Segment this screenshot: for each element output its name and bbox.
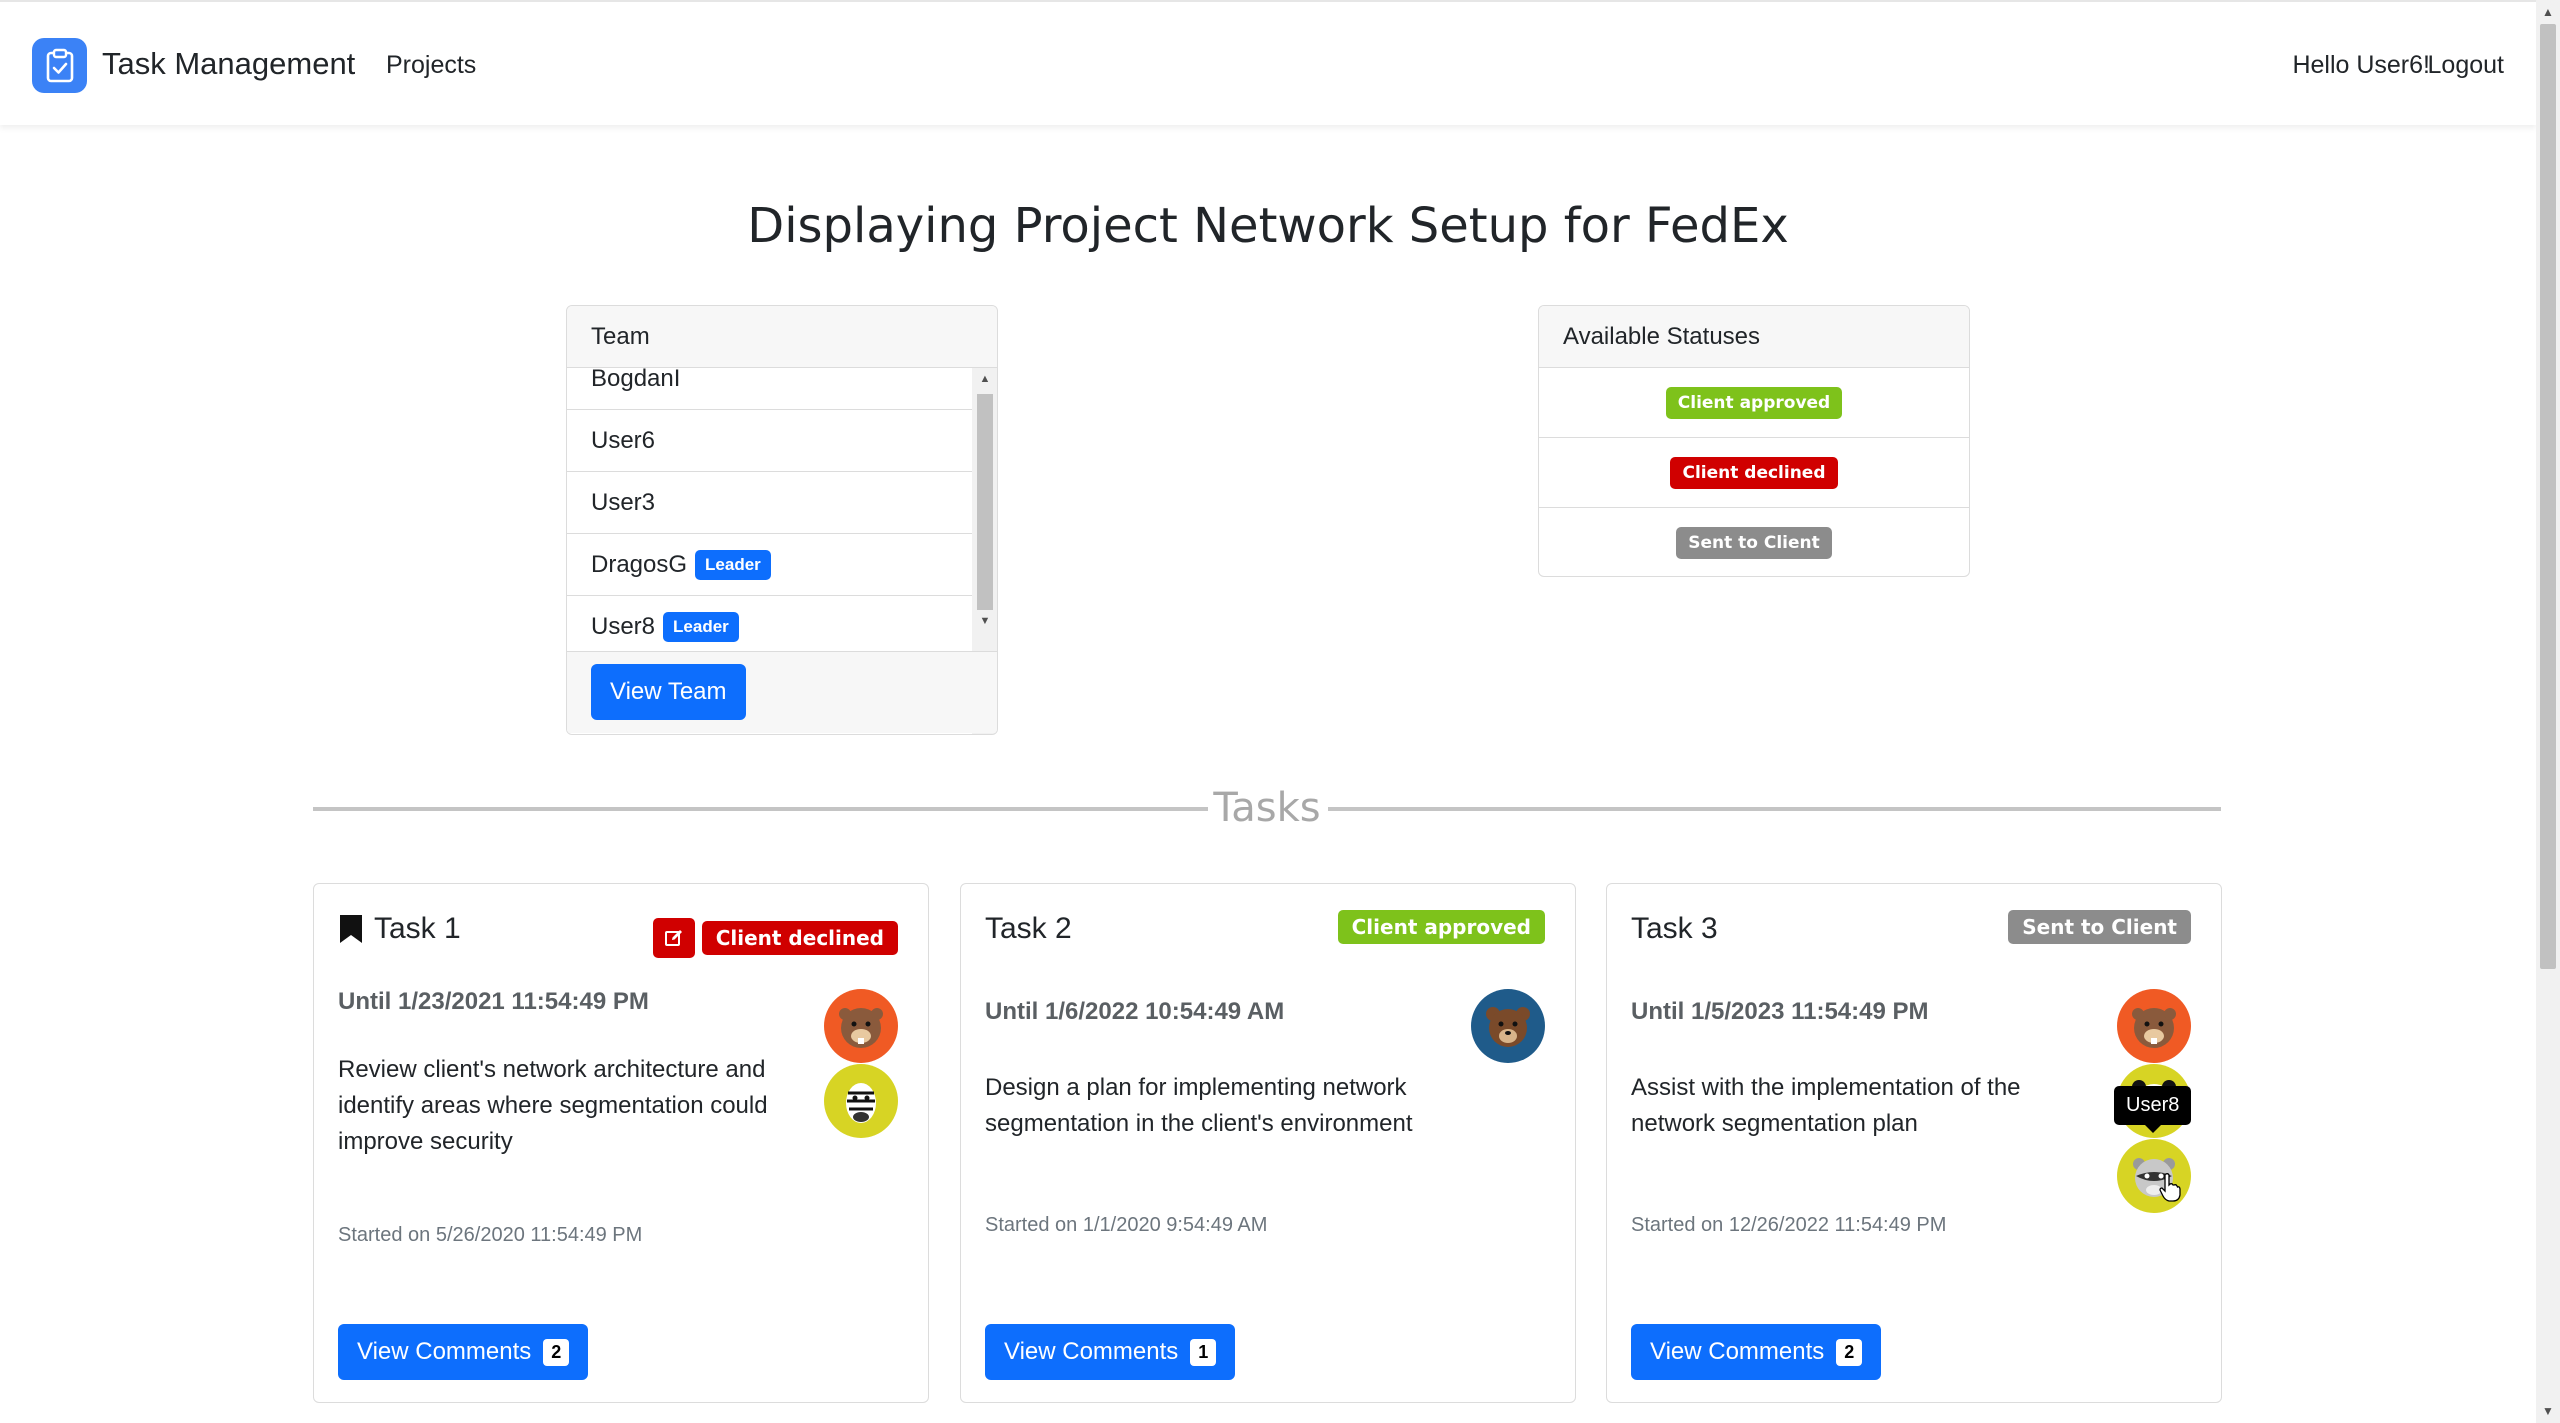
team-member: User6 xyxy=(567,410,972,472)
view-comments-button[interactable]: View Comments 1 xyxy=(985,1324,1236,1380)
team-footer: View Team xyxy=(567,651,997,733)
team-member-name: BogdanI xyxy=(591,368,681,392)
tasks-divider: Tasks xyxy=(313,785,2221,831)
task-header-actions: Client declined xyxy=(652,918,898,958)
page-scrollbar[interactable]: ▲ ▼ xyxy=(2536,0,2560,1423)
team-panel: Team BogdanI User6 User3 DragosG Leader … xyxy=(566,305,998,735)
status-badge-declined: Client declined xyxy=(1670,456,1838,489)
scroll-down-icon[interactable]: ▼ xyxy=(2536,1399,2560,1423)
scrollbar-thumb[interactable] xyxy=(977,394,993,610)
beaver-avatar[interactable] xyxy=(824,989,898,1063)
view-comments-label: View Comments xyxy=(1004,1338,1179,1365)
team-member-name: User6 xyxy=(591,426,656,454)
view-comments-button[interactable]: View Comments 2 xyxy=(1631,1324,1882,1380)
team-member-name: User3 xyxy=(591,488,656,516)
task-status-badge: Client approved xyxy=(1337,910,1545,944)
task-start-date: Started on 5/26/2020 11:54:49 PM xyxy=(338,1224,643,1246)
view-comments-label: View Comments xyxy=(357,1338,532,1365)
logout-link[interactable]: Logout xyxy=(2428,51,2504,80)
tasks-heading: Tasks xyxy=(1213,785,1321,831)
task-due-date: Until 1/23/2021 11:54:49 PM xyxy=(338,988,649,1015)
task-title-text: Task 3 xyxy=(1631,912,1718,945)
task-description: Design a plan for implementing network s… xyxy=(985,1074,1413,1137)
edit-icon xyxy=(664,930,682,946)
bear-avatar[interactable] xyxy=(1471,989,1545,1063)
task-status-badge: Client declined xyxy=(701,921,898,955)
scroll-up-icon[interactable]: ▲ xyxy=(972,368,997,390)
team-member: User3 xyxy=(567,472,972,534)
task-title: Task 2 xyxy=(985,912,1072,946)
user-greeting: Hello User6! xyxy=(2292,51,2430,79)
team-member-name: User8 xyxy=(591,612,656,640)
task-title-text: Task 2 xyxy=(985,912,1072,945)
clipboard-check-icon[interactable] xyxy=(32,38,87,93)
nav-link-projects[interactable]: Projects xyxy=(386,51,476,80)
status-item: Client declined xyxy=(1539,438,1969,508)
zebra-avatar[interactable] xyxy=(824,1064,898,1138)
team-member: DragosG Leader xyxy=(567,534,972,596)
hand-cursor-icon xyxy=(2159,1173,2181,1202)
task-title: Task 1 xyxy=(338,912,461,946)
comment-count-badge: 2 xyxy=(1836,1338,1863,1366)
page-title: Displaying Project Network Setup for Fed… xyxy=(747,198,1789,254)
view-comments-button[interactable]: View Comments 2 xyxy=(338,1324,589,1380)
brand-title[interactable]: Task Management xyxy=(102,46,355,82)
scroll-up-icon[interactable]: ▲ xyxy=(2536,0,2560,24)
task-due-date: Until 1/6/2022 10:54:49 AM xyxy=(985,998,1285,1025)
task-start-date: Started on 12/26/2022 11:54:49 PM xyxy=(1631,1214,1947,1236)
edit-status-button[interactable] xyxy=(652,918,695,958)
task-start-date: Started on 1/1/2020 9:54:49 AM xyxy=(985,1214,1268,1236)
status-item: Sent to Client xyxy=(1539,508,1969,576)
task-card: Task 1 Client declined Until 1/23/2021 1… xyxy=(313,883,929,1403)
task-header-actions: Sent to Client xyxy=(2008,910,2191,944)
task-description: Review client's network architecture and… xyxy=(338,1056,768,1155)
leader-badge: Leader xyxy=(663,611,739,642)
task-due-date: Until 1/5/2023 11:54:49 PM xyxy=(1631,998,1929,1025)
assignee-tooltip: User8 xyxy=(2114,1086,2192,1133)
statuses-header: Available Statuses xyxy=(1539,306,1969,368)
task-card: Task 2 Client approved Until 1/6/2022 10… xyxy=(960,883,1576,1403)
task-title-text: Task 1 xyxy=(374,912,461,945)
team-member: User8 Leader xyxy=(567,596,972,658)
leader-badge: Leader xyxy=(695,549,771,580)
scroll-down-icon[interactable]: ▼ xyxy=(972,610,997,632)
team-member: BogdanI xyxy=(567,368,972,410)
team-header: Team xyxy=(567,306,997,368)
navbar: Task Management Projects Hello User6! Lo… xyxy=(0,0,2536,125)
task-status-badge: Sent to Client xyxy=(2008,910,2191,944)
task-header-actions: Client approved xyxy=(1337,910,1545,944)
statuses-panel: Available Statuses Client approved Clien… xyxy=(1538,305,1970,577)
view-team-button[interactable]: View Team xyxy=(591,664,746,720)
task-description: Assist with the implementation of the ne… xyxy=(1631,1074,2021,1137)
task-title: Task 3 xyxy=(1631,912,1718,946)
task-card: Task 3 Sent to Client Until 1/5/2023 11:… xyxy=(1606,883,2222,1403)
comment-count-badge: 2 xyxy=(543,1338,570,1366)
view-comments-label: View Comments xyxy=(1650,1338,1825,1365)
bookmark-icon xyxy=(340,915,362,943)
scrollbar-thumb[interactable] xyxy=(2540,24,2556,969)
beaver-avatar[interactable] xyxy=(2117,989,2191,1063)
page: Task Management Projects Hello User6! Lo… xyxy=(0,0,2536,1423)
team-member-name: DragosG xyxy=(591,550,688,578)
status-badge-sent: Sent to Client xyxy=(1676,527,1832,559)
comment-count-badge: 1 xyxy=(1190,1338,1217,1366)
status-item: Client approved xyxy=(1539,368,1969,438)
status-badge-approved: Client approved xyxy=(1665,386,1843,419)
